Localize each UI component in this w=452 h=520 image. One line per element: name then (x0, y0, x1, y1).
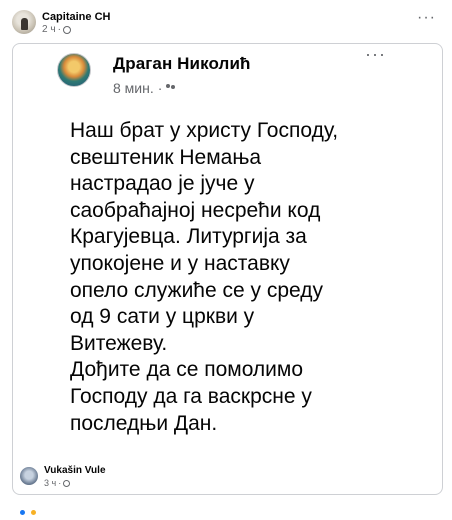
globe-icon (63, 479, 71, 487)
shared-post-meta: 8 мин. · (113, 80, 176, 96)
comment-time[interactable]: 3 ч (44, 478, 56, 488)
comment: Vukašin Vule 3 ч · (20, 463, 320, 493)
comment-meta: 3 ч · (44, 478, 71, 488)
author-name[interactable]: Capitaine CH (42, 11, 110, 23)
post-meta: 2 ч · (42, 24, 71, 35)
separator-dot: · (57, 24, 61, 35)
author-avatar[interactable] (12, 10, 36, 34)
friends-icon (166, 83, 176, 93)
like-reaction-icon (20, 510, 25, 515)
shared-post-time[interactable]: 8 мин. (113, 80, 154, 96)
post-body-text: Наш брат у христу Господу, свештеник Нем… (70, 119, 339, 435)
globe-icon (62, 25, 71, 34)
commenter-name[interactable]: Vukašin Vule (44, 465, 106, 476)
more-horizontal-icon[interactable]: ··· (417, 10, 436, 26)
post-header: Capitaine CH 2 ч · ··· (12, 10, 442, 38)
separator-dot: · (58, 478, 62, 488)
shared-author-name[interactable]: Драган Николић (113, 54, 250, 74)
reaction-icons[interactable] (20, 502, 50, 515)
separator-dot: · (157, 80, 163, 96)
post-time[interactable]: 2 ч (42, 24, 56, 35)
care-reaction-icon (31, 510, 37, 515)
shared-more-horizontal-icon[interactable]: ··· (365, 45, 386, 63)
facebook-post: Capitaine CH 2 ч · ··· Драган Николић 8 … (0, 0, 452, 515)
shared-author-avatar[interactable] (57, 53, 91, 87)
commenter-avatar[interactable] (20, 467, 38, 485)
